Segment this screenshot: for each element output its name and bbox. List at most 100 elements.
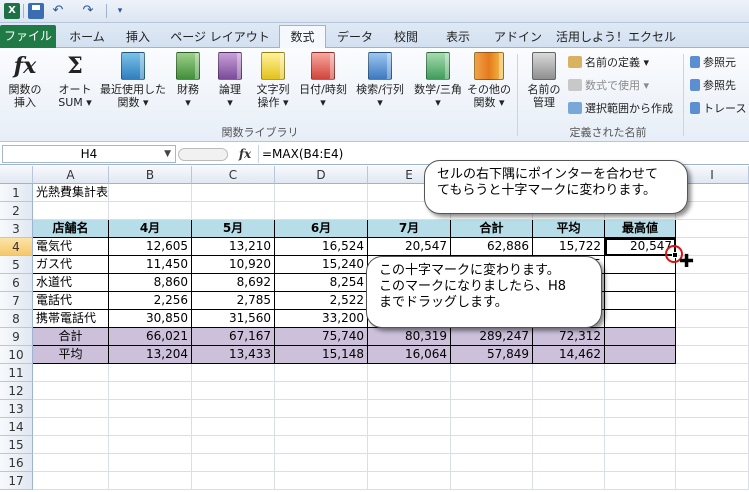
- trace-precedents-button[interactable]: 参照元: [690, 54, 736, 71]
- cell-a2[interactable]: [33, 202, 109, 220]
- cell-a13[interactable]: [33, 400, 109, 418]
- more-functions-button[interactable]: その他の 関数 ▾: [466, 52, 512, 122]
- cell-d17[interactable]: [275, 472, 368, 490]
- cell-d2[interactable]: [275, 202, 368, 220]
- cell-d7[interactable]: 2,522: [275, 292, 368, 310]
- tab-data[interactable]: データ: [333, 27, 377, 48]
- row-header-2[interactable]: 2: [0, 202, 33, 220]
- cell-e14[interactable]: [368, 418, 451, 436]
- cell-g3[interactable]: 平均: [533, 220, 605, 238]
- cell-b10[interactable]: 13,204: [109, 346, 192, 364]
- tab-review[interactable]: 校閲: [386, 27, 426, 48]
- cell-i15[interactable]: [676, 436, 749, 454]
- row-header-14[interactable]: 14: [0, 418, 33, 436]
- cell-g13[interactable]: [533, 400, 605, 418]
- cell-g4[interactable]: 15,722: [533, 238, 605, 256]
- cell-i7[interactable]: [676, 292, 749, 310]
- autosum-button[interactable]: Σ オート SUM ▾: [52, 52, 98, 122]
- cell-a17[interactable]: [33, 472, 109, 490]
- cell-i12[interactable]: [676, 382, 749, 400]
- row-header-13[interactable]: 13: [0, 400, 33, 418]
- cell-h16[interactable]: [605, 454, 676, 472]
- cell-e12[interactable]: [368, 382, 451, 400]
- cell-b14[interactable]: [109, 418, 192, 436]
- remove-arrows-button[interactable]: トレース: [690, 100, 746, 117]
- tab-home[interactable]: ホーム: [64, 27, 110, 48]
- cell-d11[interactable]: [275, 364, 368, 382]
- row-header-3[interactable]: 3: [0, 220, 33, 238]
- cell-a7[interactable]: 電話代: [33, 292, 109, 310]
- cell-f12[interactable]: [451, 382, 533, 400]
- cell-c3[interactable]: 5月: [192, 220, 275, 238]
- tab-view[interactable]: 表示: [438, 27, 478, 48]
- cell-f14[interactable]: [451, 418, 533, 436]
- cell-b16[interactable]: [109, 454, 192, 472]
- cell-f15[interactable]: [451, 436, 533, 454]
- cell-g17[interactable]: [533, 472, 605, 490]
- cell-d5[interactable]: 15,240: [275, 256, 368, 274]
- cell-c13[interactable]: [192, 400, 275, 418]
- cell-c10[interactable]: 13,433: [192, 346, 275, 364]
- cell-e11[interactable]: [368, 364, 451, 382]
- cell-f4[interactable]: 62,886: [451, 238, 533, 256]
- cell-b13[interactable]: [109, 400, 192, 418]
- cell-a15[interactable]: [33, 436, 109, 454]
- insert-function-button[interactable]: fx 関数の 挿入: [4, 52, 46, 122]
- save-icon[interactable]: [28, 3, 44, 19]
- cell-a12[interactable]: [33, 382, 109, 400]
- cell-a4[interactable]: 電気代: [33, 238, 109, 256]
- cell-h13[interactable]: [605, 400, 676, 418]
- row-header-16[interactable]: 16: [0, 454, 33, 472]
- cell-b2[interactable]: [109, 202, 192, 220]
- redo-icon[interactable]: ↷: [80, 3, 96, 19]
- cell-f3[interactable]: 合計: [451, 220, 533, 238]
- cell-f17[interactable]: [451, 472, 533, 490]
- cell-h12[interactable]: [605, 382, 676, 400]
- cell-d6[interactable]: 8,254: [275, 274, 368, 292]
- cell-h9[interactable]: [605, 328, 676, 346]
- cell-d3[interactable]: 6月: [275, 220, 368, 238]
- cell-h10[interactable]: [605, 346, 676, 364]
- cell-e9[interactable]: 80,319: [368, 328, 451, 346]
- formula-bar-resize-handle[interactable]: [178, 148, 228, 161]
- cell-c11[interactable]: [192, 364, 275, 382]
- cell-c5[interactable]: 10,920: [192, 256, 275, 274]
- cell-c2[interactable]: [192, 202, 275, 220]
- cell-i8[interactable]: [676, 310, 749, 328]
- tab-page-layout[interactable]: ページ レイアウト: [168, 27, 272, 48]
- cell-b1[interactable]: [109, 184, 192, 202]
- cell-d8[interactable]: 33,200: [275, 310, 368, 328]
- lookup-reference-button[interactable]: 検索/行列 ▾: [352, 52, 408, 122]
- cell-g14[interactable]: [533, 418, 605, 436]
- cell-a8[interactable]: 携帯電話代: [33, 310, 109, 328]
- cell-i16[interactable]: [676, 454, 749, 472]
- cell-a10[interactable]: 平均: [33, 346, 109, 364]
- sheet-title[interactable]: 光熱費集計表: [33, 184, 109, 202]
- tab-insert[interactable]: 挿入: [118, 27, 158, 48]
- cell-h17[interactable]: [605, 472, 676, 490]
- cell-d4[interactable]: 16,524: [275, 238, 368, 256]
- select-all-corner[interactable]: [0, 166, 33, 184]
- cell-b3[interactable]: 4月: [109, 220, 192, 238]
- row-header-15[interactable]: 15: [0, 436, 33, 454]
- cell-c12[interactable]: [192, 382, 275, 400]
- cell-b5[interactable]: 11,450: [109, 256, 192, 274]
- use-in-formula-button[interactable]: 数式で使用 ▾: [568, 77, 649, 94]
- cell-d15[interactable]: [275, 436, 368, 454]
- cell-a16[interactable]: [33, 454, 109, 472]
- cell-i10[interactable]: [676, 346, 749, 364]
- cell-i2[interactable]: [676, 202, 749, 220]
- cell-a9[interactable]: 合計: [33, 328, 109, 346]
- row-header-6[interactable]: 6: [0, 274, 33, 292]
- cell-c8[interactable]: 31,560: [192, 310, 275, 328]
- cell-b12[interactable]: [109, 382, 192, 400]
- cell-e16[interactable]: [368, 454, 451, 472]
- cell-g16[interactable]: [533, 454, 605, 472]
- row-header-8[interactable]: 8: [0, 310, 33, 328]
- cell-i3[interactable]: [676, 220, 749, 238]
- name-manager-button[interactable]: 名前の 管理: [522, 52, 566, 122]
- cell-c6[interactable]: 8,692: [192, 274, 275, 292]
- row-header-7[interactable]: 7: [0, 292, 33, 310]
- cell-e15[interactable]: [368, 436, 451, 454]
- row-header-10[interactable]: 10: [0, 346, 33, 364]
